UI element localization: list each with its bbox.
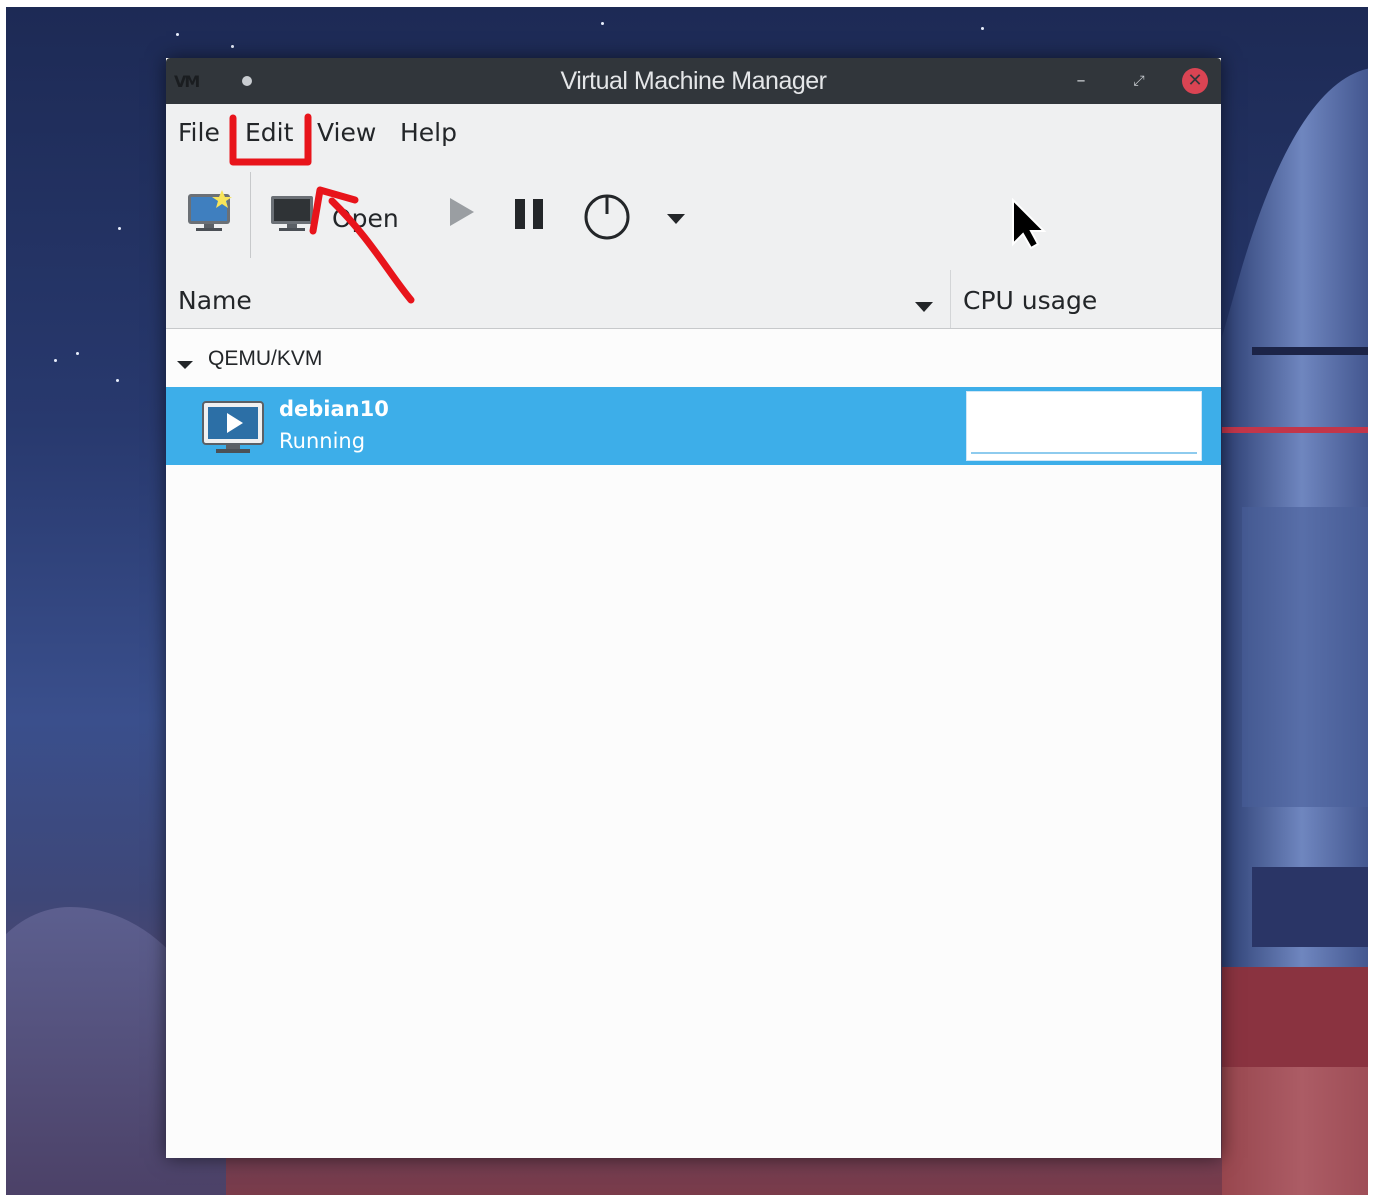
chevron-down-icon[interactable] <box>666 210 686 229</box>
toolbar: Open <box>166 162 1221 270</box>
maximize-icon[interactable]: ⤢ <box>1126 68 1152 94</box>
rocket-illustration <box>1222 68 1368 1195</box>
connection-label: QEMU/KVM <box>208 347 323 370</box>
toolbar-separator <box>250 172 251 258</box>
expand-arrow-icon[interactable] <box>176 355 194 374</box>
star <box>76 352 79 355</box>
column-divider[interactable] <box>950 270 951 328</box>
pause-icon[interactable] <box>513 198 547 234</box>
new-vm-icon[interactable] <box>186 190 234 240</box>
monitor-icon[interactable] <box>270 195 314 239</box>
name-column-header[interactable]: Name <box>178 286 252 315</box>
menu-bar: File Edit View Help <box>166 104 1221 162</box>
mouse-cursor-icon <box>1011 197 1047 254</box>
window-title: Virtual Machine Manager <box>560 67 827 95</box>
running-vm-icon <box>202 401 264 459</box>
menu-view[interactable]: View <box>317 118 376 147</box>
cpu-usage-column-header[interactable]: CPU usage <box>963 286 1097 315</box>
column-header: Name CPU usage <box>166 270 1221 329</box>
sort-down-icon[interactable] <box>914 298 934 317</box>
star <box>54 359 57 362</box>
star <box>116 379 119 382</box>
close-icon[interactable]: ✕ <box>1182 68 1208 94</box>
vm-list: QEMU/KVM debian10 Running <box>166 329 1221 465</box>
star <box>981 27 984 30</box>
cpu-usage-graph <box>966 391 1202 461</box>
vm-status: Running <box>279 429 366 453</box>
menu-help[interactable]: Help <box>400 118 457 147</box>
connection-row[interactable]: QEMU/KVM <box>166 329 1221 387</box>
minimize-icon[interactable]: – <box>1068 68 1094 94</box>
power-icon[interactable] <box>582 192 632 246</box>
open-button[interactable]: Open <box>332 204 399 233</box>
star <box>601 22 604 25</box>
star <box>176 33 179 36</box>
vm-name: debian10 <box>279 397 389 421</box>
title-bar[interactable]: VM Virtual Machine Manager – ⤢ ✕ <box>166 58 1221 104</box>
vmm-window: VM Virtual Machine Manager – ⤢ ✕ File Ed… <box>166 58 1221 1158</box>
menu-edit[interactable]: Edit <box>245 118 293 147</box>
vm-row[interactable]: debian10 Running <box>166 387 1221 465</box>
cpu-usage-line <box>971 452 1197 454</box>
star <box>231 45 234 48</box>
star <box>118 227 121 230</box>
menu-file[interactable]: File <box>178 118 220 147</box>
play-icon[interactable] <box>448 196 476 232</box>
